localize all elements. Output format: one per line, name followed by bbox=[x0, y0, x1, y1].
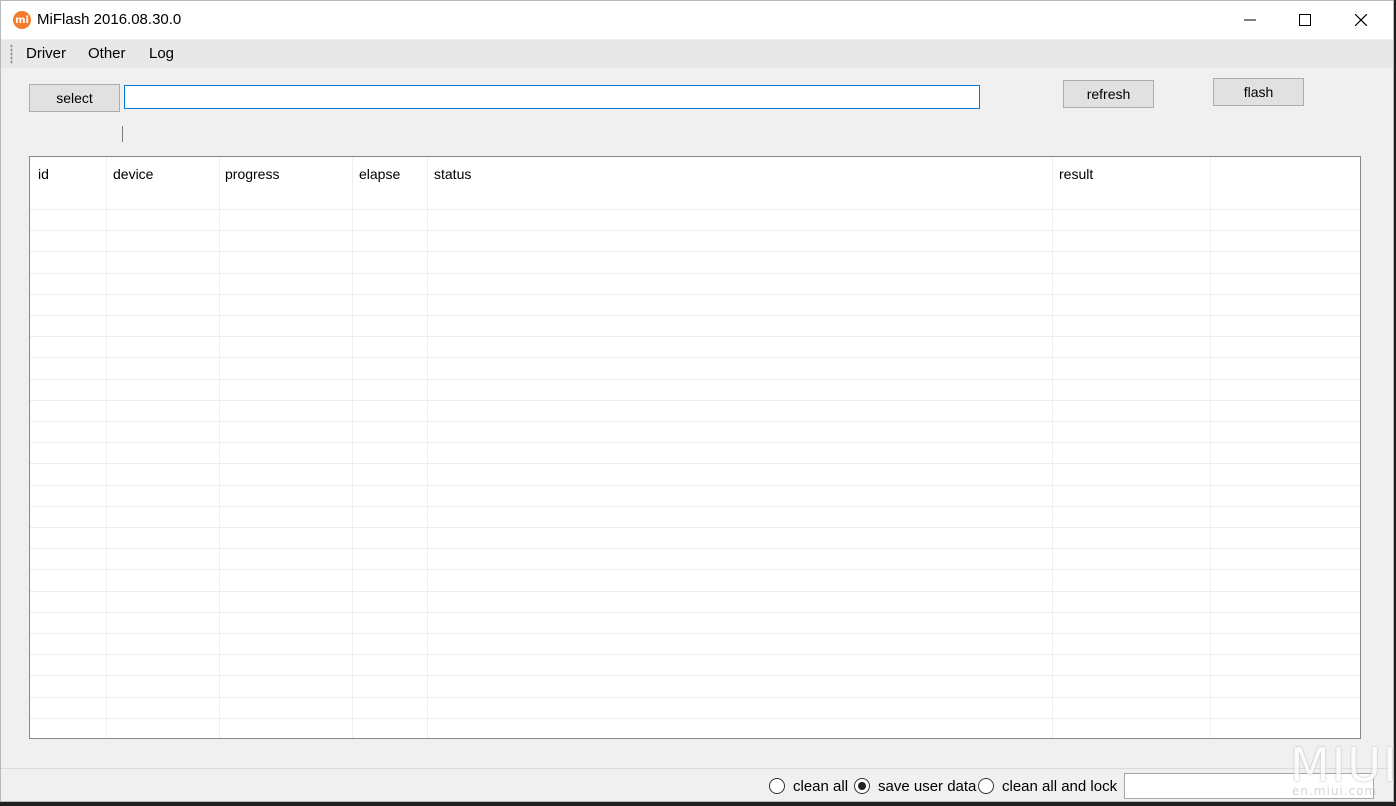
miflash-window: mi MiFlash 2016.08.30.0 Driver Other Log… bbox=[0, 0, 1394, 802]
rom-path-input[interactable] bbox=[124, 85, 980, 109]
table-row-divider bbox=[30, 612, 1360, 613]
table-column-divider bbox=[106, 157, 107, 738]
column-header-result[interactable]: result bbox=[1059, 166, 1093, 182]
table-row-divider bbox=[30, 591, 1360, 592]
mi-logo-icon: mi bbox=[13, 11, 31, 29]
clean-all-label[interactable]: clean all bbox=[793, 778, 848, 795]
table-row-divider bbox=[30, 442, 1360, 443]
column-header-progress[interactable]: progress bbox=[225, 166, 279, 182]
menu-log[interactable]: Log bbox=[149, 45, 174, 62]
table-row-divider bbox=[30, 506, 1360, 507]
title-bar: mi MiFlash 2016.08.30.0 bbox=[1, 1, 1393, 39]
table-column-divider bbox=[352, 157, 353, 738]
table-row-divider bbox=[30, 315, 1360, 316]
save-user-data-radio[interactable] bbox=[854, 778, 870, 794]
table-row-divider bbox=[30, 400, 1360, 401]
table-row-divider bbox=[30, 357, 1360, 358]
clean-all-and-lock-radio[interactable] bbox=[978, 778, 994, 794]
table-row-divider bbox=[30, 697, 1360, 698]
minimize-icon bbox=[1244, 19, 1256, 21]
table-row-divider bbox=[30, 485, 1360, 486]
refresh-button[interactable]: refresh bbox=[1063, 80, 1154, 108]
table-row-divider bbox=[30, 273, 1360, 274]
table-row-divider bbox=[30, 421, 1360, 422]
column-header-elapse[interactable]: elapse bbox=[359, 166, 400, 182]
status-text-field bbox=[1124, 773, 1374, 799]
table-header: id device progress elapse status result bbox=[30, 157, 1360, 207]
table-row-divider bbox=[30, 527, 1360, 528]
table-column-divider bbox=[1052, 157, 1053, 738]
column-header-id[interactable]: id bbox=[38, 166, 49, 182]
column-header-status[interactable]: status bbox=[434, 166, 471, 182]
table-row-divider bbox=[30, 675, 1360, 676]
table-row-divider bbox=[30, 718, 1360, 719]
table-column-divider bbox=[427, 157, 428, 738]
column-header-device[interactable]: device bbox=[113, 166, 153, 182]
maximize-button[interactable] bbox=[1282, 1, 1328, 39]
device-table[interactable]: id device progress elapse status result bbox=[29, 156, 1361, 739]
menu-other[interactable]: Other bbox=[88, 45, 126, 62]
save-user-data-label[interactable]: save user data bbox=[878, 778, 976, 795]
table-column-divider bbox=[219, 157, 220, 738]
clean-all-radio[interactable] bbox=[769, 778, 785, 794]
table-row-divider bbox=[30, 463, 1360, 464]
table-row-divider bbox=[30, 230, 1360, 231]
minimize-button[interactable] bbox=[1227, 1, 1273, 39]
flash-button[interactable]: flash bbox=[1213, 78, 1304, 106]
window-title: MiFlash 2016.08.30.0 bbox=[37, 11, 182, 28]
maximize-icon bbox=[1299, 14, 1311, 26]
table-row-divider bbox=[30, 569, 1360, 570]
table-row-divider bbox=[30, 654, 1360, 655]
table-row-divider bbox=[30, 379, 1360, 380]
progress-indicator bbox=[122, 126, 123, 142]
menu-bar: Driver Other Log bbox=[1, 40, 1393, 68]
toolbar-grip-icon bbox=[10, 44, 13, 64]
status-bar: clean all save user data clean all and l… bbox=[1, 768, 1393, 801]
close-icon bbox=[1355, 14, 1367, 26]
clean-all-and-lock-label[interactable]: clean all and lock bbox=[1002, 778, 1117, 795]
table-row-divider bbox=[30, 633, 1360, 634]
select-button[interactable]: select bbox=[29, 84, 120, 112]
table-row-divider bbox=[30, 294, 1360, 295]
table-row-divider bbox=[30, 548, 1360, 549]
menu-driver[interactable]: Driver bbox=[26, 45, 66, 62]
close-button[interactable] bbox=[1338, 1, 1384, 39]
table-row-divider bbox=[30, 209, 1360, 210]
table-row-divider bbox=[30, 336, 1360, 337]
table-column-divider bbox=[1210, 157, 1211, 738]
table-row-divider bbox=[30, 251, 1360, 252]
